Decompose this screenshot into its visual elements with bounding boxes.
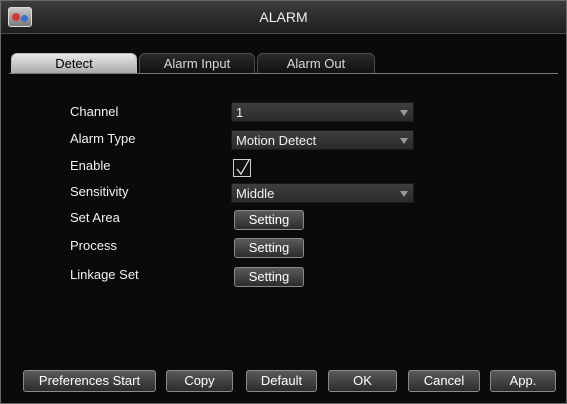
tab-alarm-input[interactable]: Alarm Input	[139, 53, 255, 73]
preferences-start-button[interactable]: Preferences Start	[23, 370, 156, 392]
sensitivity-value: Middle	[236, 186, 275, 201]
chevron-down-icon	[400, 138, 408, 144]
enable-checkbox[interactable]	[233, 159, 251, 177]
default-button[interactable]: Default	[246, 370, 317, 392]
set-area-setting-button[interactable]: Setting	[234, 210, 304, 230]
checkmark-icon	[236, 159, 250, 176]
process-setting-button[interactable]: Setting	[234, 238, 304, 258]
title-bar: ALARM	[1, 1, 566, 34]
process-label: Process	[70, 238, 117, 253]
sensitivity-label: Sensitivity	[70, 184, 129, 199]
enable-label: Enable	[70, 158, 111, 173]
set-area-label: Set Area	[70, 210, 120, 225]
channel-label: Channel	[70, 104, 119, 119]
linkage-set-setting-button[interactable]: Setting	[234, 267, 304, 287]
chevron-down-icon	[400, 110, 408, 116]
apply-button[interactable]: App.	[490, 370, 556, 392]
channel-select[interactable]: 1	[231, 102, 414, 122]
chevron-down-icon	[400, 191, 408, 197]
linkage-set-label: Linkage Set	[70, 267, 139, 282]
tab-alarm-out[interactable]: Alarm Out	[257, 53, 375, 73]
copy-button[interactable]: Copy	[166, 370, 233, 392]
alarm-type-value: Motion Detect	[236, 133, 317, 148]
window-title: ALARM	[259, 9, 308, 25]
channel-value: 1	[236, 105, 244, 120]
sensitivity-select[interactable]: Middle	[231, 183, 414, 203]
cancel-button[interactable]: Cancel	[408, 370, 480, 392]
alarm-type-select[interactable]: Motion Detect	[231, 130, 414, 150]
tab-bar: Detect Alarm Input Alarm Out	[9, 53, 558, 74]
ok-button[interactable]: OK	[328, 370, 397, 392]
alarm-type-label: Alarm Type	[70, 131, 136, 146]
alarm-window: ALARM Detect Alarm Input Alarm Out Chann…	[0, 0, 567, 404]
tab-detect[interactable]: Detect	[11, 53, 137, 73]
